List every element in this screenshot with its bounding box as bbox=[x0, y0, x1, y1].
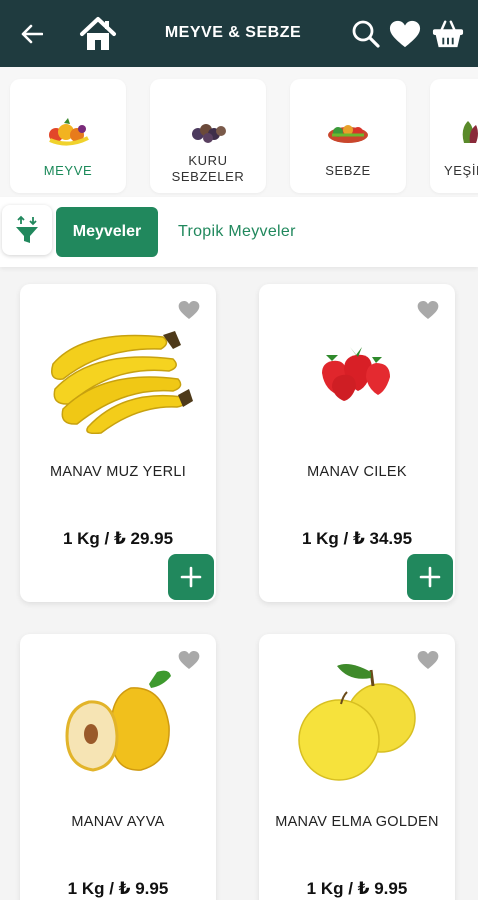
heart-icon bbox=[389, 20, 421, 48]
product-name: MANAV MUZ YERLI bbox=[49, 464, 187, 480]
category-label: YEŞİL bbox=[444, 163, 478, 178]
home-button[interactable] bbox=[78, 14, 118, 54]
product-price: 1 Kg / ₺ 9.95 bbox=[67, 879, 169, 898]
filter-sort-button[interactable] bbox=[2, 205, 52, 255]
product-card[interactable]: MANAV ELMA GOLDEN 1 Kg / ₺ 9.95 bbox=[259, 634, 455, 900]
cart-button[interactable] bbox=[432, 18, 464, 50]
category-label: MEYVE bbox=[43, 163, 93, 178]
product-price: 1 Kg / ₺ 29.95 bbox=[62, 529, 174, 548]
filter-icon bbox=[16, 215, 38, 243]
dried-vegetables-category-image bbox=[150, 117, 266, 147]
back-button[interactable] bbox=[18, 20, 46, 48]
top-app-bar: MEYVE & SEBZE bbox=[0, 0, 478, 67]
plus-icon bbox=[180, 566, 202, 588]
quince-image bbox=[20, 656, 216, 786]
fruit-category-image bbox=[10, 117, 126, 147]
home-icon bbox=[80, 17, 116, 50]
tab-tropik-meyveler[interactable]: Tropik Meyveler bbox=[178, 223, 296, 241]
greens-category-image bbox=[430, 117, 478, 147]
search-icon bbox=[352, 20, 380, 48]
product-card[interactable]: MANAV MUZ YERLI 1 Kg / ₺ 29.95 bbox=[20, 284, 216, 602]
product-name: MANAV ELMA GOLDEN bbox=[275, 814, 439, 830]
category-yesil[interactable]: YEŞİL bbox=[430, 79, 478, 193]
page-title: MEYVE & SEBZE bbox=[164, 24, 302, 41]
product-price: 1 Kg / ₺ 9.95 bbox=[306, 879, 408, 898]
category-label: KURU SEBZELER bbox=[171, 153, 245, 184]
vegetables-category-image bbox=[290, 117, 406, 147]
add-to-cart-button[interactable] bbox=[407, 554, 453, 600]
product-price: 1 Kg / ₺ 34.95 bbox=[301, 529, 413, 548]
strawberry-image bbox=[259, 306, 455, 436]
product-card[interactable]: MANAV CILEK 1 Kg / ₺ 34.95 bbox=[259, 284, 455, 602]
search-button[interactable] bbox=[350, 18, 382, 50]
favorites-button[interactable] bbox=[389, 18, 421, 50]
basket-icon bbox=[432, 20, 464, 48]
arrow-left-icon bbox=[21, 24, 43, 44]
category-meyve[interactable]: MEYVE bbox=[10, 79, 126, 193]
tab-meyveler[interactable]: Meyveler bbox=[56, 207, 158, 257]
category-sebze[interactable]: SEBZE bbox=[290, 79, 406, 193]
category-label: SEBZE bbox=[325, 163, 371, 178]
golden-apple-image bbox=[259, 656, 455, 786]
plus-icon bbox=[419, 566, 441, 588]
product-name: MANAV CILEK bbox=[307, 464, 407, 480]
category-strip: MEYVE KURU SEBZELER SEBZE YEŞİ bbox=[0, 67, 478, 197]
add-to-cart-button[interactable] bbox=[168, 554, 214, 600]
banana-image bbox=[20, 306, 216, 436]
product-name: MANAV AYVA bbox=[71, 814, 165, 830]
subcategory-bar: Meyveler Tropik Meyveler bbox=[0, 197, 478, 267]
category-kuru-sebzeler[interactable]: KURU SEBZELER bbox=[150, 79, 266, 193]
product-card[interactable]: MANAV AYVA 1 Kg / ₺ 9.95 bbox=[20, 634, 216, 900]
